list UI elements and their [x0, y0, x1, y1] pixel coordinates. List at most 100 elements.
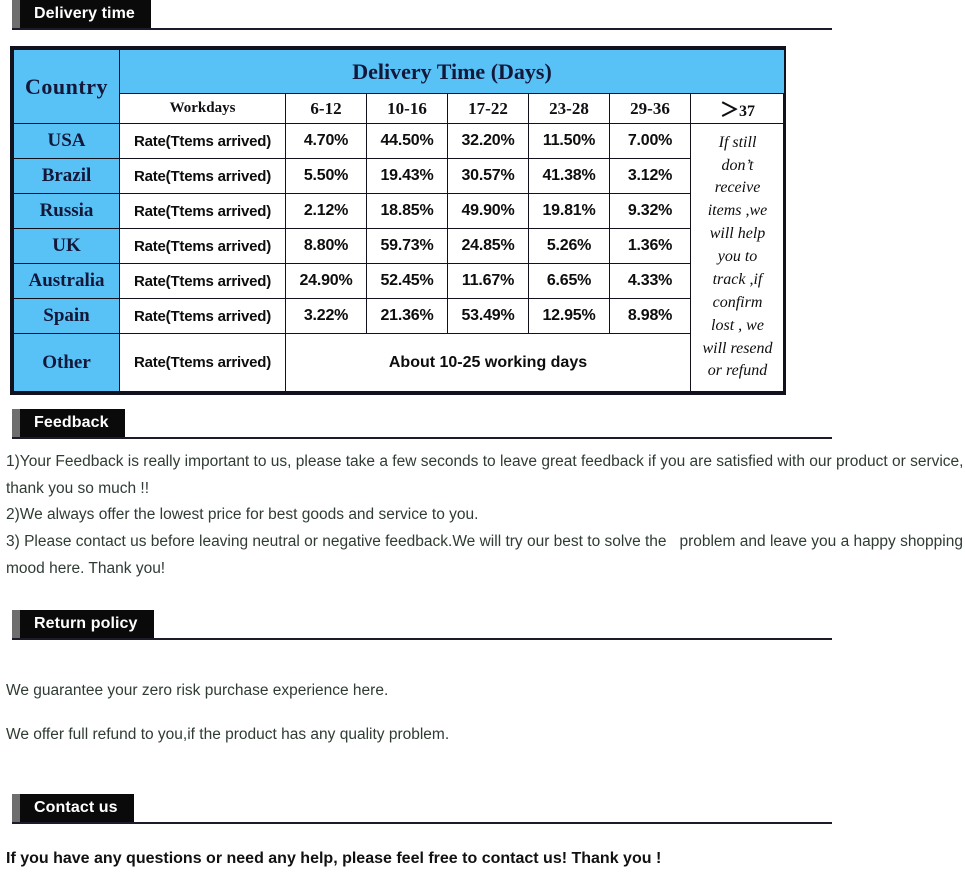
- table-row: USA Rate(Ttems arrived) 4.70% 44.50% 32.…: [13, 123, 785, 392]
- section-header-feedback: Feedback: [0, 409, 965, 439]
- feedback-label: Feedback: [20, 409, 125, 437]
- row-country-uk: UK: [13, 228, 120, 264]
- delivery-time-table-container: Country Delivery Time (Days) Workdays 6-…: [10, 46, 786, 395]
- row-rate-label: Rate(Ttems arrived): [119, 298, 286, 334]
- note-line: don’t: [721, 156, 754, 174]
- header-gt37-value: 37: [739, 103, 755, 120]
- header-delivery-time-title: Delivery Time (Days): [119, 49, 785, 94]
- delivery-time-table: Country Delivery Time (Days) Workdays 6-…: [13, 49, 785, 392]
- contact-us-label: Contact us: [20, 793, 134, 822]
- section-header-contact-us: Contact us: [0, 793, 965, 824]
- cell-russia-10-16: 18.85%: [366, 193, 448, 229]
- note-line: If still: [718, 133, 757, 151]
- header-range-29-36: 29-36: [609, 93, 691, 124]
- row-country-russia: Russia: [13, 193, 120, 229]
- note-line: lost , we: [711, 316, 764, 334]
- cell-uk-17-22: 24.85%: [447, 228, 529, 264]
- feedback-line-1: 1)Your Feedback is really important to u…: [6, 453, 964, 497]
- cell-brazil-6-12: 5.50%: [285, 158, 367, 194]
- cell-spain-6-12: 3.22%: [285, 298, 367, 334]
- cell-uk-29-36: 1.36%: [609, 228, 691, 264]
- cell-australia-17-22: 11.67%: [447, 263, 529, 299]
- cell-russia-23-28: 19.81%: [528, 193, 610, 229]
- cell-brazil-17-22: 30.57%: [447, 158, 529, 194]
- return-policy-line-1: We guarantee your zero risk purchase exp…: [6, 682, 389, 700]
- header-range-10-16: 10-16: [366, 93, 448, 124]
- return-policy-label-bar: Return policy: [12, 610, 154, 639]
- note-line: will resend: [702, 339, 773, 357]
- note-line: track ,if: [712, 270, 763, 288]
- header-range-17-22: 17-22: [447, 93, 529, 124]
- feedback-line-2: 2)We always offer the lowest price for b…: [6, 506, 479, 524]
- cell-australia-29-36: 4.33%: [609, 263, 691, 299]
- table-row: Brazil Rate(Ttems arrived) 5.50% 19.43% …: [13, 158, 785, 194]
- cell-brazil-29-36: 3.12%: [609, 158, 691, 194]
- section-header-return-policy: Return policy: [0, 610, 965, 641]
- bar-grip-icon: [12, 409, 20, 437]
- table-row: Other Rate(Ttems arrived) About 10-25 wo…: [13, 333, 785, 392]
- row-country-brazil: Brazil: [13, 158, 120, 194]
- table-row: UK Rate(Ttems arrived) 8.80% 59.73% 24.8…: [13, 228, 785, 264]
- row-rate-label: Rate(Ttems arrived): [119, 123, 286, 159]
- cell-usa-17-22: 32.20%: [447, 123, 529, 159]
- cell-australia-10-16: 52.45%: [366, 263, 448, 299]
- cell-brazil-23-28: 41.38%: [528, 158, 610, 194]
- row-country-spain: Spain: [13, 298, 120, 334]
- cell-usa-29-36: 7.00%: [609, 123, 691, 159]
- row-rate-label: Rate(Ttems arrived): [119, 228, 286, 264]
- cell-spain-10-16: 21.36%: [366, 298, 448, 334]
- header-workdays: Workdays: [119, 93, 286, 124]
- bar-grip-icon: [12, 793, 20, 822]
- cell-gt37-note: If still don’t receive items ,we will he…: [690, 123, 785, 392]
- note-line: receive: [714, 179, 761, 197]
- cell-russia-17-22: 49.90%: [447, 193, 529, 229]
- note-line: items ,we: [707, 202, 768, 220]
- cell-russia-29-36: 9.32%: [609, 193, 691, 229]
- row-rate-label: Rate(Ttems arrived): [119, 158, 286, 194]
- cell-usa-6-12: 4.70%: [285, 123, 367, 159]
- row-country-other: Other: [13, 333, 120, 392]
- note-line: will help: [709, 225, 766, 243]
- table-row: Russia Rate(Ttems arrived) 2.12% 18.85% …: [13, 193, 785, 229]
- cell-brazil-10-16: 19.43%: [366, 158, 448, 194]
- row-rate-label: Rate(Ttems arrived): [119, 193, 286, 229]
- delivery-time-label-bar: Delivery time: [12, 0, 151, 28]
- table-row: Spain Rate(Ttems arrived) 3.22% 21.36% 5…: [13, 298, 785, 334]
- cell-spain-29-36: 8.98%: [609, 298, 691, 334]
- note-line: or refund: [707, 362, 768, 380]
- row-country-usa: USA: [13, 123, 120, 159]
- cell-usa-23-28: 11.50%: [528, 123, 610, 159]
- header-range-6-12: 6-12: [285, 93, 367, 124]
- section-divider-contact-us: [12, 821, 832, 824]
- table-header-row-title: Country Delivery Time (Days): [13, 49, 785, 124]
- table-row: Australia Rate(Ttems arrived) 24.90% 52.…: [13, 263, 785, 299]
- return-policy-body: We guarantee your zero risk purchase exp…: [6, 680, 965, 745]
- cell-uk-6-12: 8.80%: [285, 228, 367, 264]
- cell-uk-23-28: 5.26%: [528, 228, 610, 264]
- feedback-body: 1)Your Feedback is really important to u…: [6, 449, 965, 582]
- cell-other-working-days: About 10-25 working days: [285, 333, 691, 392]
- feedback-line-3: 3) Please contact us before leaving neut…: [6, 532, 963, 577]
- section-divider-feedback: [12, 437, 832, 439]
- table-header-row-sub: Workdays 6-12 10-16 17-22 23-28 29-36 ＞3…: [14, 93, 785, 124]
- feedback-label-bar: Feedback: [12, 409, 125, 437]
- cell-australia-23-28: 6.65%: [528, 263, 610, 299]
- row-rate-label: Rate(Ttems arrived): [119, 263, 286, 299]
- cell-spain-23-28: 12.95%: [528, 298, 610, 334]
- cell-usa-10-16: 44.50%: [366, 123, 448, 159]
- cell-uk-10-16: 59.73%: [366, 228, 448, 264]
- cell-australia-6-12: 24.90%: [285, 263, 367, 299]
- delivery-time-label: Delivery time: [20, 0, 151, 28]
- section-divider-delivery: [12, 28, 832, 30]
- note-line: you to: [717, 248, 758, 266]
- note-line: confirm: [712, 293, 763, 311]
- contact-us-label-bar: Contact us: [12, 793, 134, 822]
- greater-than-icon: ＞: [719, 100, 739, 121]
- header-range-gt-37: ＞37: [690, 93, 785, 124]
- row-rate-label: Rate(Ttems arrived): [119, 333, 286, 392]
- header-range-23-28: 23-28: [528, 93, 610, 124]
- row-country-australia: Australia: [13, 263, 120, 299]
